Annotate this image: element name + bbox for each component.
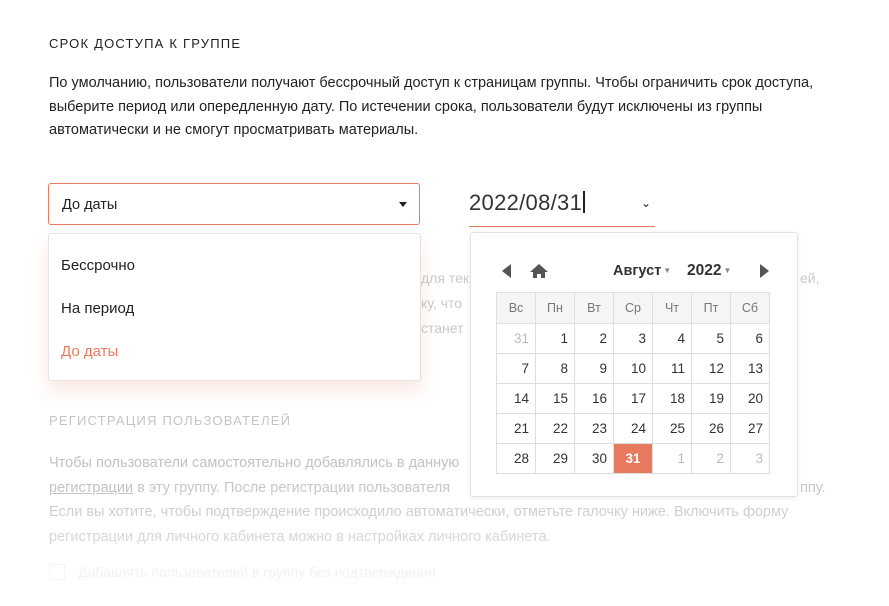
calendar-day[interactable]: 30 bbox=[574, 443, 614, 474]
faded-text-fragment: ку, что bbox=[421, 295, 462, 311]
weekday-header: Чт bbox=[652, 292, 692, 324]
calendar-day[interactable]: 12 bbox=[691, 353, 731, 384]
calendar-day[interactable]: 15 bbox=[535, 383, 575, 414]
calendar-day[interactable]: 9 bbox=[574, 353, 614, 384]
month-dropdown-icon: ▼ bbox=[663, 266, 672, 275]
access-period-select[interactable]: До даты bbox=[48, 183, 420, 225]
prev-month-icon[interactable] bbox=[502, 264, 511, 278]
calendar-day[interactable]: 11 bbox=[652, 353, 692, 384]
calendar-day[interactable]: 4 bbox=[652, 323, 692, 354]
year-dropdown-icon: ▼ bbox=[723, 266, 732, 275]
home-icon[interactable] bbox=[529, 263, 549, 279]
text-cursor bbox=[583, 191, 585, 213]
calendar-week-row: 14 15 16 17 18 19 20 bbox=[496, 383, 770, 414]
auto-approve-checkbox[interactable] bbox=[49, 564, 65, 580]
month-select[interactable]: Август ▼ bbox=[613, 263, 671, 279]
access-period-select-value: До даты bbox=[62, 197, 118, 213]
section-title: СРОК ДОСТУПА К ГРУППЕ bbox=[49, 36, 242, 51]
calendar-day[interactable]: 13 bbox=[730, 353, 770, 384]
calendar-day[interactable]: 23 bbox=[574, 413, 614, 444]
access-period-dropdown: Бессрочно На период До даты bbox=[48, 233, 421, 381]
calendar-day[interactable]: 6 bbox=[730, 323, 770, 354]
date-input[interactable]: 2022/08/31 ⌄ bbox=[469, 186, 655, 227]
calendar-day[interactable]: 2 bbox=[691, 443, 731, 474]
calendar-day[interactable]: 26 bbox=[691, 413, 731, 444]
calendar-day[interactable]: 5 bbox=[691, 323, 731, 354]
weekday-header: Пт bbox=[691, 292, 731, 324]
date-input-value: 2022/08/31 bbox=[469, 190, 583, 215]
calendar-day[interactable]: 19 bbox=[691, 383, 731, 414]
calendar-day[interactable]: 27 bbox=[730, 413, 770, 444]
calendar-day[interactable]: 17 bbox=[613, 383, 653, 414]
caret-down-icon bbox=[399, 202, 407, 207]
option-until-date[interactable]: До даты bbox=[61, 343, 118, 360]
calendar-day[interactable]: 25 bbox=[652, 413, 692, 444]
calendar-day[interactable]: 16 bbox=[574, 383, 614, 414]
option-indefinite[interactable]: Бессрочно bbox=[61, 257, 135, 274]
calendar-day[interactable]: 10 bbox=[613, 353, 653, 384]
date-picker-calendar: Август ▼ 2022 ▼ Вс Пн Вт Ср Чт Пт Сб 31 1 2 3 4 5 6 7 8 9… bbox=[470, 232, 798, 497]
calendar-day[interactable]: 14 bbox=[496, 383, 536, 414]
calendar-grid: Вс Пн Вт Ср Чт Пт Сб 31 1 2 3 4 5 6 7 8 9 10 11 12 13 14 15 16… bbox=[496, 292, 770, 474]
registration-line-4: регистрации для личного кабинета можно в… bbox=[49, 528, 551, 545]
calendar-day[interactable]: 3 bbox=[613, 323, 653, 354]
registration-link[interactable]: регистрации bbox=[49, 480, 133, 496]
calendar-day[interactable]: 1 bbox=[535, 323, 575, 354]
calendar-day[interactable]: 20 bbox=[730, 383, 770, 414]
weekday-header: Вт bbox=[574, 292, 614, 324]
faded-text-fragment: станет bbox=[421, 320, 464, 336]
calendar-day[interactable]: 22 bbox=[535, 413, 575, 444]
calendar-day[interactable]: 31 bbox=[496, 323, 536, 354]
calendar-day[interactable]: 28 bbox=[496, 443, 536, 474]
calendar-day[interactable]: 18 bbox=[652, 383, 692, 414]
year-select[interactable]: 2022 ▼ bbox=[687, 262, 731, 280]
calendar-day[interactable]: 7 bbox=[496, 353, 536, 384]
calendar-week-row: 31 1 2 3 4 5 6 bbox=[496, 323, 770, 354]
calendar-day[interactable]: 31 bbox=[613, 443, 653, 474]
calendar-week-row: 7 8 9 10 11 12 13 bbox=[496, 353, 770, 384]
auto-approve-checkbox-label: Добавлять пользователей в группу без под… bbox=[78, 564, 436, 580]
option-period[interactable]: На период bbox=[61, 300, 134, 317]
weekday-header: Ср bbox=[613, 292, 653, 324]
next-month-icon[interactable] bbox=[760, 264, 769, 278]
registration-line-3: Если вы хотите, чтобы подтверждение прои… bbox=[49, 504, 789, 520]
faded-text-fragment: для тек bbox=[421, 270, 469, 286]
calendar-day[interactable]: 21 bbox=[496, 413, 536, 444]
chevron-down-icon[interactable]: ⌄ bbox=[641, 196, 651, 210]
calendar-day[interactable]: 1 bbox=[652, 443, 692, 474]
calendar-day[interactable]: 3 bbox=[730, 443, 770, 474]
registration-section-title: РЕГИСТРАЦИЯ ПОЛЬЗОВАТЕЛЕЙ bbox=[49, 413, 292, 428]
calendar-day[interactable]: 2 bbox=[574, 323, 614, 354]
weekday-header: Сб bbox=[730, 292, 770, 324]
calendar-day[interactable]: 24 bbox=[613, 413, 653, 444]
section-description: По умолчанию, пользователи получают бесс… bbox=[49, 75, 814, 138]
weekday-header-row: Вс Пн Вт Ср Чт Пт Сб bbox=[496, 292, 770, 324]
weekday-header: Вс bbox=[496, 292, 536, 324]
faded-text-fragment: ей, bbox=[800, 270, 820, 286]
calendar-week-row: 21 22 23 24 25 26 27 bbox=[496, 413, 770, 444]
calendar-day[interactable]: 8 bbox=[535, 353, 575, 384]
weekday-header: Пн bbox=[535, 292, 575, 324]
calendar-week-row: 28 29 30 31 1 2 3 bbox=[496, 443, 770, 474]
calendar-day[interactable]: 29 bbox=[535, 443, 575, 474]
